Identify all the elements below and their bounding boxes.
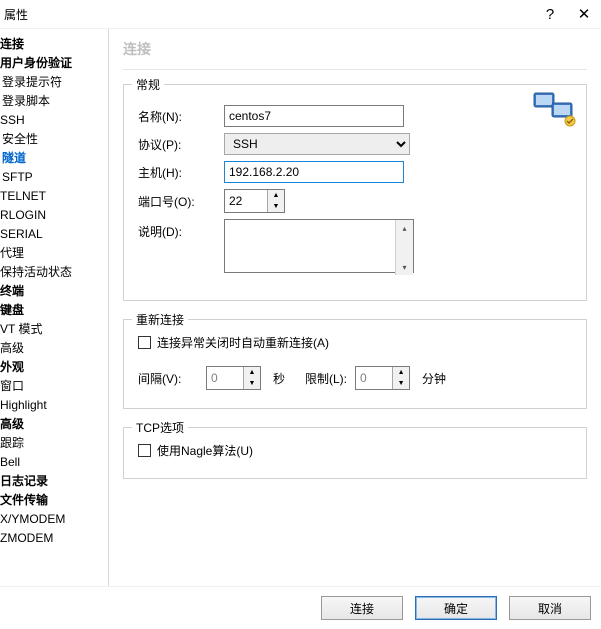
tree-item[interactable]: 日志记录: [0, 472, 108, 491]
close-button[interactable]: ✕: [567, 0, 601, 28]
tree-item[interactable]: 连接: [0, 35, 108, 54]
cancel-button[interactable]: 取消: [509, 596, 591, 620]
protocol-select[interactable]: SSH: [224, 133, 410, 155]
name-label: 名称(N):: [138, 108, 224, 125]
host-input[interactable]: [224, 161, 404, 183]
ok-button[interactable]: 确定: [415, 596, 497, 620]
tree-item[interactable]: 隧道: [0, 149, 108, 168]
limit-unit: 分钟: [418, 370, 452, 387]
spin-buttons[interactable]: ▲ ▼: [243, 367, 260, 389]
limit-label: 限制(L):: [305, 370, 347, 387]
group-general: 常规 名称(N):: [123, 84, 587, 301]
close-icon: ✕: [578, 5, 591, 23]
description-textarea[interactable]: [224, 219, 414, 273]
nagle-checkbox[interactable]: 使用Nagle算法(U): [138, 442, 253, 459]
spin-down-icon[interactable]: ▼: [268, 201, 284, 212]
properties-dialog: 属性 ? ✕ 连接用户身份验证登录提示符登录脚本SSH安全性隧道SFTPTELN…: [0, 0, 601, 629]
help-button[interactable]: ?: [533, 0, 567, 28]
port-spin[interactable]: ▲ ▼: [224, 189, 285, 213]
tree-item[interactable]: 用户身份验证: [0, 54, 108, 73]
dialog-body: 连接用户身份验证登录提示符登录脚本SSH安全性隧道SFTPTELNETRLOGI…: [0, 28, 601, 586]
checkbox-box-icon: [138, 336, 151, 349]
nagle-label: 使用Nagle算法(U): [157, 442, 253, 459]
main-panel: 连接 常规 名称(N):: [109, 29, 601, 586]
auto-reconnect-checkbox[interactable]: 连接异常关闭时自动重新连接(A): [138, 334, 329, 351]
tree-item[interactable]: 高级: [0, 339, 108, 358]
tree-item[interactable]: 跟踪: [0, 434, 108, 453]
interval-label: 间隔(V):: [138, 370, 198, 387]
spin-up-icon[interactable]: ▲: [393, 367, 409, 378]
category-tree[interactable]: 连接用户身份验证登录提示符登录脚本SSH安全性隧道SFTPTELNETRLOGI…: [0, 29, 109, 586]
spin-buttons[interactable]: ▲ ▼: [267, 190, 284, 212]
limit-input[interactable]: [356, 367, 392, 389]
tree-item[interactable]: 登录脚本: [0, 92, 108, 111]
spin-down-icon[interactable]: ▼: [244, 378, 260, 389]
checkbox-box-icon: [138, 444, 151, 457]
dialog-footer: 连接 确定 取消: [0, 586, 601, 629]
tree-item[interactable]: 保持活动状态: [0, 263, 108, 282]
spin-buttons[interactable]: ▲ ▼: [392, 367, 409, 389]
network-icon: [532, 89, 576, 129]
group-tcp: TCP选项 使用Nagle算法(U): [123, 427, 587, 479]
description-label: 说明(D):: [138, 219, 224, 240]
window-title: 属性: [4, 6, 28, 23]
interval-unit: 秒: [269, 370, 291, 387]
tree-item[interactable]: VT 模式: [0, 320, 108, 339]
interval-spin[interactable]: ▲ ▼: [206, 366, 261, 390]
protocol-label: 协议(P):: [138, 136, 224, 153]
help-icon: ?: [546, 6, 554, 23]
tree-item[interactable]: RLOGIN: [0, 206, 108, 225]
scroll-up-icon[interactable]: ▴: [396, 220, 413, 236]
tree-item[interactable]: Highlight: [0, 396, 108, 415]
group-tcp-legend: TCP选项: [132, 419, 188, 436]
tree-item[interactable]: SFTP: [0, 168, 108, 187]
tree-item[interactable]: 外观: [0, 358, 108, 377]
tree-item[interactable]: ZMODEM: [0, 529, 108, 548]
tree-item[interactable]: 登录提示符: [0, 73, 108, 92]
host-label: 主机(H):: [138, 164, 224, 181]
spin-down-icon[interactable]: ▼: [393, 378, 409, 389]
tree-item[interactable]: TELNET: [0, 187, 108, 206]
spin-up-icon[interactable]: ▲: [268, 190, 284, 201]
tree-item[interactable]: SSH: [0, 111, 108, 130]
port-label: 端口号(O):: [138, 193, 224, 210]
tree-item[interactable]: 键盘: [0, 301, 108, 320]
tree-item[interactable]: 文件传输: [0, 491, 108, 510]
auto-reconnect-label: 连接异常关闭时自动重新连接(A): [157, 334, 329, 351]
tree-item[interactable]: SERIAL: [0, 225, 108, 244]
title-bar: 属性 ? ✕: [0, 0, 601, 28]
tree-item[interactable]: 窗口: [0, 377, 108, 396]
page-title: 连接: [123, 37, 587, 70]
tree-item[interactable]: Bell: [0, 453, 108, 472]
tree-item[interactable]: 终端: [0, 282, 108, 301]
scroll-down-icon[interactable]: ▾: [396, 259, 413, 275]
group-reconnect-legend: 重新连接: [132, 311, 188, 328]
tree-item[interactable]: 代理: [0, 244, 108, 263]
port-input[interactable]: [225, 190, 267, 212]
group-general-legend: 常规: [132, 76, 164, 93]
interval-input[interactable]: [207, 367, 243, 389]
spin-up-icon[interactable]: ▲: [244, 367, 260, 378]
group-reconnect: 重新连接 连接异常关闭时自动重新连接(A) 间隔(V): ▲ ▼ 秒: [123, 319, 587, 409]
textarea-scrollbar[interactable]: ▴ ▾: [395, 220, 413, 275]
limit-spin[interactable]: ▲ ▼: [355, 366, 410, 390]
tree-item[interactable]: 安全性: [0, 130, 108, 149]
tree-item[interactable]: X/YMODEM: [0, 510, 108, 529]
name-input[interactable]: [224, 105, 404, 127]
connect-button[interactable]: 连接: [321, 596, 403, 620]
tree-item[interactable]: 高级: [0, 415, 108, 434]
